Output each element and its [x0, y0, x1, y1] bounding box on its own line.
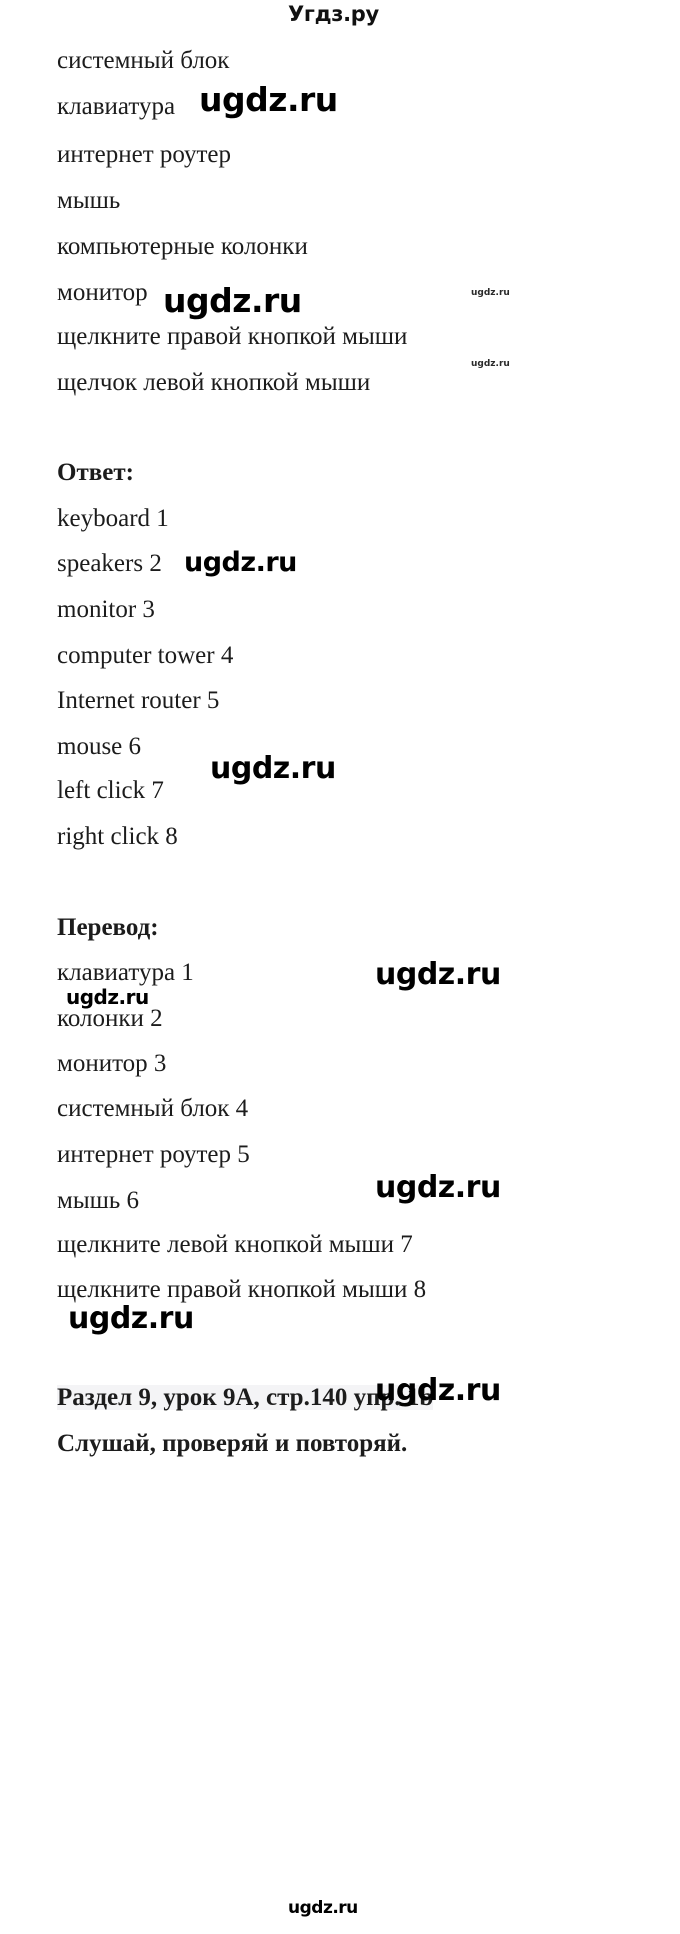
translation-item-6: мышь 6	[57, 1187, 140, 1214]
task-word-8: щелчок левой кнопкой мыши	[57, 369, 371, 396]
watermark-1: ugdz.ru	[199, 80, 338, 119]
translation-item-7: щелкните левой кнопкой мыши 7	[57, 1231, 413, 1258]
watermark-2: ugdz.ru	[163, 281, 302, 320]
watermark-3: ugdz.ru	[471, 288, 510, 298]
answer-heading: Ответ:	[57, 459, 134, 486]
watermark-6: ugdz.ru	[210, 751, 336, 786]
translation-item-1: клавиатура 1	[57, 959, 194, 986]
task-word-7: щелкните правой кнопкой мыши	[57, 323, 408, 350]
answer-item-3: monitor 3	[57, 596, 155, 623]
site-header: Угдз.ру	[0, 0, 680, 34]
translation-item-4: системный блок 4	[57, 1095, 249, 1122]
page-root: Угдз.ру системный блок клавиатура интерн…	[0, 0, 680, 1934]
watermark-4: ugdz.ru	[471, 359, 510, 369]
site-logo[interactable]: Угдз.ру	[288, 2, 379, 26]
translation-item-3: монитор 3	[57, 1050, 167, 1077]
watermark-8: ugdz.ru	[66, 985, 149, 1009]
translation-item-5: интернет роутер 5	[57, 1141, 250, 1168]
answer-item-2: speakers 2	[57, 550, 162, 577]
task-word-4: мышь	[57, 187, 121, 214]
translation-item-2: колонки 2	[57, 1005, 163, 1032]
next-task-instruction: Слушай, проверяй и повторяй.	[57, 1430, 408, 1457]
answer-item-4: computer tower 4	[57, 642, 234, 669]
translation-item-8: щелкните правой кнопкой мыши 8	[57, 1276, 427, 1303]
watermark-11: ugdz.ru	[375, 1373, 501, 1408]
answer-item-8: right click 8	[57, 823, 178, 850]
watermark-7: ugdz.ru	[375, 957, 501, 992]
task-word-6: монитор	[57, 279, 148, 306]
task-word-5: компьютерные колонки	[57, 233, 308, 260]
watermark-10: ugdz.ru	[68, 1301, 194, 1336]
watermark-5: ugdz.ru	[184, 547, 297, 578]
answer-item-1: keyboard 1	[57, 505, 169, 532]
answer-item-7: left click 7	[57, 777, 164, 804]
task-word-2: клавиатура	[57, 93, 176, 120]
task-word-3: интернет роутер	[57, 141, 231, 168]
translation-heading: Перевод:	[57, 914, 159, 941]
task-word-1: системный блок	[57, 47, 230, 74]
answer-item-6: mouse 6	[57, 733, 142, 760]
answer-item-5: Internet router 5	[57, 687, 220, 714]
watermark-9: ugdz.ru	[375, 1170, 501, 1205]
watermark-bottom: ugdz.ru	[288, 1898, 358, 1918]
